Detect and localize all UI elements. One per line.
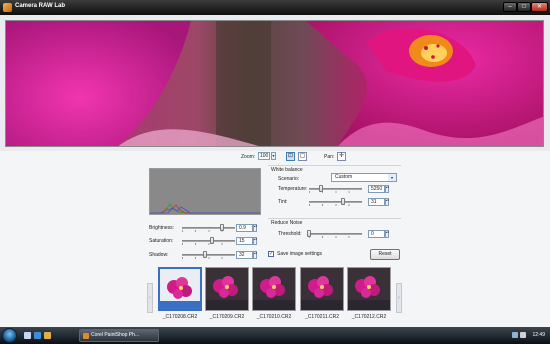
scenario-label: Scenario: — [278, 176, 300, 182]
close-button[interactable]: ✕ — [531, 2, 548, 12]
shadow-label: Shadow: — [149, 252, 169, 258]
paintshop-icon — [83, 333, 89, 339]
zoom-dropdown-button[interactable]: ▾ — [271, 152, 276, 160]
reduce-noise-title: Reduce Noise — [271, 220, 303, 226]
image-preview[interactable] — [5, 20, 544, 147]
filmstrip-thumbnail[interactable] — [300, 267, 344, 311]
filmstrip-thumbnail[interactable] — [347, 267, 391, 311]
title-bar: Camera RAW Lab – □ ✕ — [0, 0, 550, 15]
filmstrip-prev-button[interactable]: ‹ — [147, 283, 153, 313]
temperature-label: Temperature: — [278, 186, 308, 192]
filmstrip-next-button[interactable]: › — [396, 283, 402, 313]
zoom-label: Zoom: — [241, 154, 256, 160]
reset-button[interactable]: Reset — [370, 249, 400, 260]
temperature-input[interactable]: 5250 — [368, 185, 385, 193]
chevron-down-icon: ▾ — [388, 174, 396, 181]
white-balance-title: White balance — [271, 167, 303, 173]
volume-icon[interactable] — [520, 332, 526, 338]
minimize-button[interactable]: – — [503, 2, 517, 12]
tint-spinner[interactable]: ▴▾ — [385, 198, 389, 206]
fit-to-window-icon[interactable]: ⊡ — [286, 152, 295, 161]
window-title: Camera RAW Lab — [15, 3, 66, 9]
filmstrip-thumbnail[interactable] — [205, 267, 249, 311]
actual-size-icon[interactable]: ▢ — [298, 152, 307, 161]
saturation-slider-thumb[interactable] — [210, 237, 215, 244]
temperature-slider-thumb[interactable] — [318, 185, 323, 192]
tint-label: Tint: — [278, 199, 288, 205]
saturation-label: Saturation: — [149, 238, 174, 244]
temperature-slider[interactable] — [309, 185, 362, 193]
tint-input[interactable]: 31 — [368, 198, 385, 206]
orchid-photo — [6, 21, 543, 146]
scenario-value: Custom — [335, 174, 353, 180]
saturation-spinner[interactable]: ▴▾ — [253, 237, 257, 245]
filmstrip-thumbnail[interactable] — [158, 267, 202, 311]
taskbar: Corel PaintShop Ph... 12:49 — [0, 327, 550, 344]
network-icon[interactable] — [512, 332, 518, 338]
shadow-slider-thumb[interactable] — [202, 251, 207, 258]
shadow-spinner[interactable]: ▴▾ — [253, 251, 257, 259]
saturation-input[interactable]: 15 — [236, 237, 253, 245]
filmstrip-caption: _C170212.CR2 — [351, 314, 387, 320]
ie-icon[interactable] — [34, 332, 41, 339]
tint-slider-thumb[interactable] — [340, 198, 345, 205]
shadow-input[interactable]: 32 — [236, 251, 253, 259]
white-balance-group: White balance Scenario: Custom ▾ Tempera… — [268, 165, 401, 214]
filmstrip-caption: _C170209.CR2 — [209, 314, 245, 320]
brightness-input[interactable]: 0.9 — [236, 224, 253, 232]
histogram — [149, 168, 261, 215]
taskbar-app-label: Corel PaintShop Ph... — [91, 332, 140, 338]
taskbar-app-button[interactable]: Corel PaintShop Ph... — [79, 329, 159, 342]
filmstrip-caption: _C170208.CR2 — [162, 314, 198, 320]
threshold-slider-thumb[interactable] — [307, 230, 311, 237]
brightness-slider[interactable] — [182, 224, 235, 232]
tint-slider[interactable] — [309, 198, 362, 206]
controls-panel: Zoom: 100 ▾ ⊡ ▢ Pan: ✛ Brightness: 0.9 ▴… — [0, 151, 550, 327]
filmstrip-caption: _C170210.CR2 — [256, 314, 292, 320]
histogram-graph — [150, 203, 260, 214]
filmstrip-thumbnail[interactable] — [252, 267, 296, 311]
threshold-label: Threshold: — [278, 231, 302, 237]
scenario-select[interactable]: Custom ▾ — [331, 173, 397, 182]
app-icon — [3, 3, 12, 12]
zoom-input[interactable]: 100 — [258, 152, 270, 160]
maximize-button[interactable]: □ — [517, 2, 531, 12]
saturation-slider[interactable] — [182, 237, 235, 245]
threshold-slider[interactable] — [307, 230, 362, 238]
brightness-slider-thumb[interactable] — [220, 224, 225, 231]
preview-area — [0, 15, 550, 151]
start-button[interactable] — [2, 328, 17, 343]
pan-icon[interactable]: ✛ — [337, 152, 346, 161]
clock: 12:49 — [532, 332, 545, 338]
reduce-noise-group: Reduce Noise Threshold: 0 ▴▾ — [268, 218, 401, 240]
show-desktop-icon[interactable] — [24, 332, 31, 339]
threshold-input[interactable]: 0 — [368, 230, 385, 238]
temperature-spinner[interactable]: ▴▾ — [385, 185, 389, 193]
filmstrip-caption: _C170211.CR2 — [304, 314, 340, 320]
shadow-slider[interactable] — [182, 251, 235, 259]
folder-icon[interactable] — [44, 332, 51, 339]
pan-label: Pan: — [324, 154, 335, 160]
save-settings-checkbox[interactable]: ✓ — [268, 251, 274, 257]
threshold-spinner[interactable]: ▴▾ — [385, 230, 389, 238]
brightness-label: Brightness: — [149, 225, 175, 231]
brightness-spinner[interactable]: ▴▾ — [253, 224, 257, 232]
save-settings-label[interactable]: Save image settings — [277, 251, 322, 257]
